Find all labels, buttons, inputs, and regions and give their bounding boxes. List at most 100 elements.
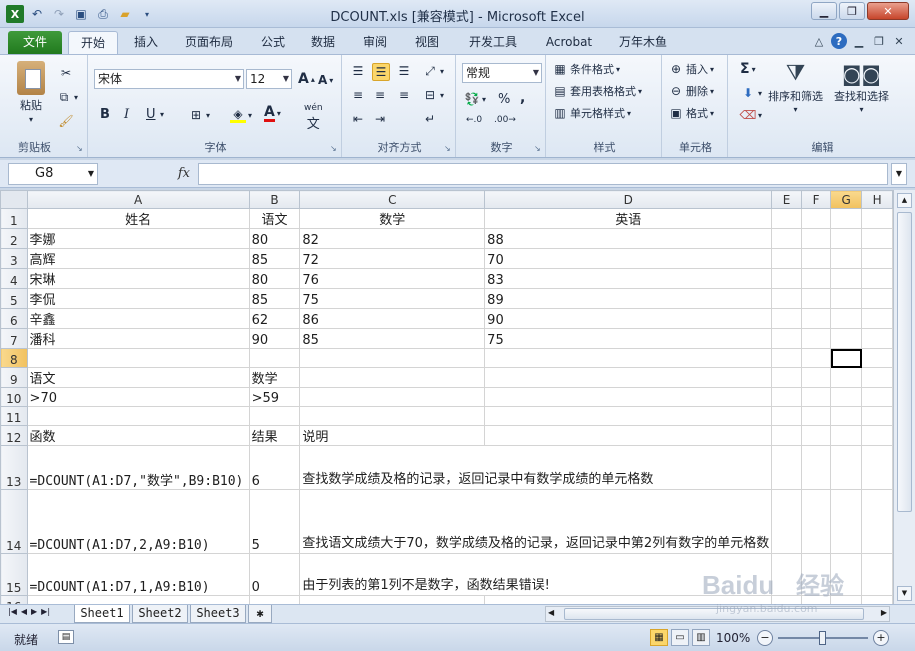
cell-b11[interactable] [248,406,301,426]
expand-formula-bar-icon[interactable]: ▼ [891,163,907,185]
column-header-d[interactable]: D [484,190,773,209]
cell-a12[interactable]: 函数 [26,425,250,446]
cell-e2[interactable] [771,228,802,249]
cell-b12[interactable]: 结果 [248,425,301,446]
cell-h7[interactable] [861,328,893,349]
cell-f2[interactable] [800,228,832,249]
cell-f12[interactable] [800,425,832,446]
decrease-decimal-icon[interactable]: .00→ [494,115,516,125]
cell-a11[interactable] [26,406,250,426]
delete-cells-button[interactable]: ⊖ 删除 ▾ [668,83,714,99]
cell-e11[interactable] [771,406,802,426]
cell-a8[interactable] [26,348,250,368]
column-header-b[interactable]: B [248,190,301,209]
cell-f15[interactable] [800,553,832,596]
cell-e12[interactable] [771,425,802,446]
insert-sheet-icon[interactable]: ✱ [248,605,272,623]
cell-c11[interactable] [299,406,486,426]
cell-f7[interactable] [800,328,832,349]
cell-a2[interactable]: 李娜 [26,228,250,249]
page-break-view-icon[interactable]: ▥ [692,629,710,646]
cell-e16[interactable] [771,595,802,604]
cell-d1[interactable]: 英语 [484,208,773,229]
cell-g1[interactable] [830,208,863,229]
tab-view[interactable]: 视图 [410,31,444,54]
font-size-select[interactable]: 12 ▼ [246,69,292,89]
column-header-h[interactable]: H [861,190,893,209]
cell-a4[interactable]: 宋琳 [26,268,250,289]
cell-d2[interactable]: 88 [484,228,773,249]
workbook-restore-icon[interactable]: ❐ [871,33,887,49]
cell-a9[interactable]: 语文 [26,367,250,388]
cell-b5[interactable]: 85 [248,288,301,309]
cell-b6[interactable]: 62 [248,308,301,329]
align-left-icon[interactable]: ≡ [350,87,366,103]
number-format-select[interactable]: 常规 ▼ [462,63,542,83]
cell-h13[interactable] [861,445,893,490]
cell-d4[interactable]: 83 [484,268,773,289]
scroll-up-icon[interactable]: ▲ [897,193,912,208]
alignment-launcher-icon[interactable]: ↘ [444,145,452,153]
cell-g3[interactable] [830,248,863,269]
cell-h9[interactable] [861,367,893,388]
cell-h5[interactable] [861,288,893,309]
format-as-table-button[interactable]: ▤ 套用表格格式 ▾ [552,83,642,99]
cell-a6[interactable]: 辛鑫 [26,308,250,329]
shrink-font-icon[interactable]: A ▾ [318,73,333,87]
formula-input[interactable] [198,163,888,185]
format-painter-icon[interactable]: 🖌 [58,113,74,129]
cell-a5[interactable]: 李侃 [26,288,250,309]
cell-c8[interactable] [299,348,486,368]
cell-c16[interactable] [299,595,486,604]
row-header-1[interactable]: 1 [0,208,28,229]
row-header-6[interactable]: 6 [0,308,28,329]
cell-h15[interactable] [861,553,893,596]
row-header-8[interactable]: 8 [0,348,28,368]
cell-e9[interactable] [771,367,802,388]
row-header-4[interactable]: 4 [0,268,28,289]
cell-g16[interactable] [830,595,863,604]
italic-button[interactable]: I [124,107,129,122]
zoom-level[interactable]: 100% [716,631,750,645]
merge-center-icon[interactable]: ⊟ ▾ [422,87,444,103]
normal-view-icon[interactable]: ▦ [650,629,668,646]
cell-f11[interactable] [800,406,832,426]
minimize-icon[interactable]: ▁ [811,2,837,20]
cell-f10[interactable] [800,387,832,407]
sheet-tab-sheet3[interactable]: Sheet3 [190,605,246,623]
cell-d7[interactable]: 75 [484,328,773,349]
row-header-9[interactable]: 9 [0,367,28,388]
cell-g15[interactable] [830,553,863,596]
zoom-slider-thumb[interactable] [819,631,826,645]
cell-c7[interactable]: 85 [299,328,486,349]
cell-a7[interactable]: 潘科 [26,328,250,349]
tab-wannian-muyu[interactable]: 万年木鱼 [612,31,674,54]
cell-d10[interactable] [484,387,773,407]
cell-b2[interactable]: 80 [248,228,301,249]
column-header-e[interactable]: E [771,190,802,209]
prev-sheet-icon[interactable]: ◀ [21,607,27,616]
cell-c14[interactable]: 查找语文成绩大于70，数学成绩及格的记录，返回记录中第2列有数字的单元格数 [299,489,773,554]
paste-button[interactable]: 粘贴 ▾ [10,61,52,124]
row-header-7[interactable]: 7 [0,328,28,349]
sort-filter-button[interactable]: ⧩ 排序和筛选 ▾ [768,61,823,114]
name-box[interactable]: G8 ▼ [8,163,98,185]
cell-g11[interactable] [830,406,863,426]
cell-c1[interactable]: 数学 [299,208,486,229]
align-bottom-icon[interactable]: ☰ [396,63,412,79]
cell-c4[interactable]: 76 [299,268,486,289]
cell-a3[interactable]: 高辉 [26,248,250,269]
row-header-2[interactable]: 2 [0,228,28,249]
row-header-5[interactable]: 5 [0,288,28,309]
cell-d16[interactable] [484,595,773,604]
bold-button[interactable]: B [100,107,110,122]
sheet-tab-sheet1[interactable]: Sheet1 [74,605,130,623]
cell-e7[interactable] [771,328,802,349]
cell-a16[interactable] [26,595,250,604]
tab-developer[interactable]: 开发工具 [462,31,524,54]
wrap-text-icon[interactable]: ↵ [422,111,438,127]
row-header-14[interactable]: 14 [0,489,28,554]
scroll-left-icon[interactable]: ◀ [548,608,554,617]
increase-indent-icon[interactable]: ⇥ [372,111,388,127]
vertical-scroll-thumb[interactable] [897,212,912,512]
